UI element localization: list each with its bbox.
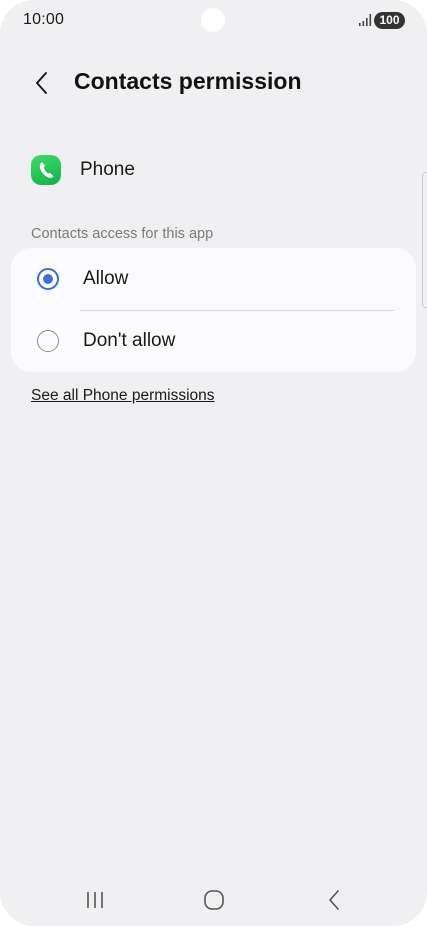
app-name: Phone <box>80 159 135 180</box>
back-button[interactable] <box>26 66 58 100</box>
page-title: Contacts permission <box>74 68 302 94</box>
option-dont-allow-label: Don't allow <box>83 330 176 351</box>
status-time: 10:00 <box>23 11 65 28</box>
option-allow[interactable]: Allow <box>11 248 416 310</box>
permission-options-card: Allow Don't allow <box>11 248 416 372</box>
status-bar: 10:00 100 <box>0 0 427 44</box>
phone-handset-icon <box>39 162 54 178</box>
radio-dont-allow[interactable] <box>37 330 59 352</box>
recents-button[interactable] <box>75 886 115 914</box>
recents-icon <box>87 892 103 908</box>
phone-app-icon <box>31 155 61 185</box>
back-nav-button[interactable] <box>314 886 354 914</box>
navigation-bar <box>0 878 427 922</box>
option-dont-allow[interactable]: Don't allow <box>11 310 416 372</box>
battery-icon: 100 <box>374 12 405 29</box>
section-label: Contacts access for this app <box>31 226 214 242</box>
back-icon <box>329 890 339 910</box>
radio-selected-dot <box>43 274 53 284</box>
screen: 10:00 100 Contacts permission Phone Cont… <box>0 0 427 926</box>
edge-panel-handle[interactable] <box>422 172 427 308</box>
radio-allow[interactable] <box>37 268 59 290</box>
camera-cutout <box>201 8 225 32</box>
home-button[interactable] <box>194 886 234 914</box>
chevron-left-icon <box>36 72 47 94</box>
signal-icon <box>359 14 372 26</box>
option-allow-label: Allow <box>83 268 129 289</box>
app-info-row: Phone <box>31 154 135 186</box>
home-icon <box>204 890 224 910</box>
see-all-permissions-link[interactable]: See all Phone permissions <box>31 387 215 405</box>
